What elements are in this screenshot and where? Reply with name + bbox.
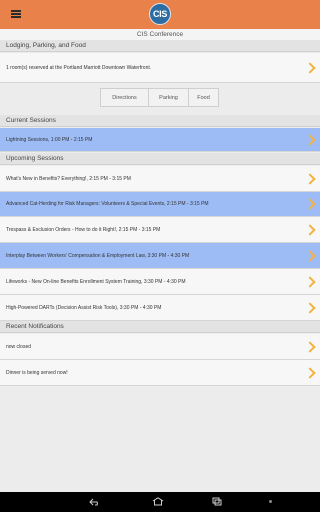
session-title: Lifeworks - New On-line Benefits Enrollm… — [6, 278, 186, 285]
chevron-right-icon — [304, 172, 316, 185]
section-header-upcoming: Upcoming Sessions — [0, 153, 320, 165]
upcoming-session-row[interactable]: High-Powered DARTs (Decision Assist Risk… — [0, 295, 320, 321]
recent-apps-icon[interactable] — [212, 497, 222, 506]
back-icon[interactable] — [89, 498, 101, 506]
cis-logo: CIS — [149, 3, 171, 25]
session-title: High-Powered DARTs (Decision Assist Risk… — [6, 304, 162, 311]
current-session-row[interactable]: Lightning Sessions, 1:00 PM - 2:15 PM — [0, 128, 320, 152]
chevron-right-icon — [304, 223, 316, 236]
chevron-right-icon — [304, 340, 316, 353]
notification-text: now closed — [6, 343, 32, 350]
lodging-item[interactable]: 1 room(s) reserved at the Portland Marri… — [0, 53, 320, 83]
lodging-item-label: 1 room(s) reserved at the Portland Marri… — [6, 64, 152, 71]
android-nav-bar — [0, 492, 320, 512]
chevron-right-icon — [304, 366, 316, 379]
session-title: Interplay Between Workers' Compensation … — [6, 252, 190, 259]
notification-row[interactable]: Dinner is being served now! — [0, 360, 320, 386]
notification-text: Dinner is being served now! — [6, 369, 68, 376]
upcoming-session-row[interactable]: Trespass & Exclusion Orders - How to do … — [0, 217, 320, 243]
chevron-right-icon — [304, 249, 316, 262]
home-icon[interactable] — [152, 497, 164, 506]
session-title: Trespass & Exclusion Orders - How to do … — [6, 226, 161, 233]
notification-row[interactable]: now closed — [0, 334, 320, 360]
chevron-right-icon — [304, 133, 316, 146]
section-header-current: Current Sessions — [0, 115, 320, 127]
chevron-right-icon — [304, 198, 316, 210]
upcoming-session-row[interactable]: What's New in Benefits? Everything!, 2:1… — [0, 166, 320, 192]
more-dot-icon — [269, 500, 272, 503]
hamburger-menu-icon[interactable] — [11, 10, 21, 18]
chevron-right-icon — [304, 275, 316, 288]
session-title: Advanced Cat-Herding for Risk Managers: … — [6, 201, 209, 207]
parking-button[interactable]: Parking — [149, 89, 189, 106]
lodging-button-group: Directions Parking Food — [100, 88, 219, 107]
app-top-bar: CIS — [0, 0, 320, 29]
food-button[interactable]: Food — [189, 89, 218, 106]
session-title: Lightning Sessions, 1:00 PM - 2:15 PM — [6, 136, 93, 143]
upcoming-session-row[interactable]: Interplay Between Workers' Compensation … — [0, 243, 320, 269]
upcoming-session-row[interactable]: Advanced Cat-Herding for Risk Managers: … — [0, 192, 320, 217]
directions-button[interactable]: Directions — [101, 89, 149, 106]
session-title: What's New in Benefits? Everything!, 2:1… — [6, 175, 131, 182]
section-header-notifications: Recent Notifications — [0, 321, 320, 333]
section-header-lodging: Lodging, Parking, and Food — [0, 40, 320, 52]
chevron-right-icon — [304, 61, 316, 74]
chevron-right-icon — [304, 301, 316, 314]
upcoming-session-row[interactable]: Lifeworks - New On-line Benefits Enrollm… — [0, 269, 320, 295]
